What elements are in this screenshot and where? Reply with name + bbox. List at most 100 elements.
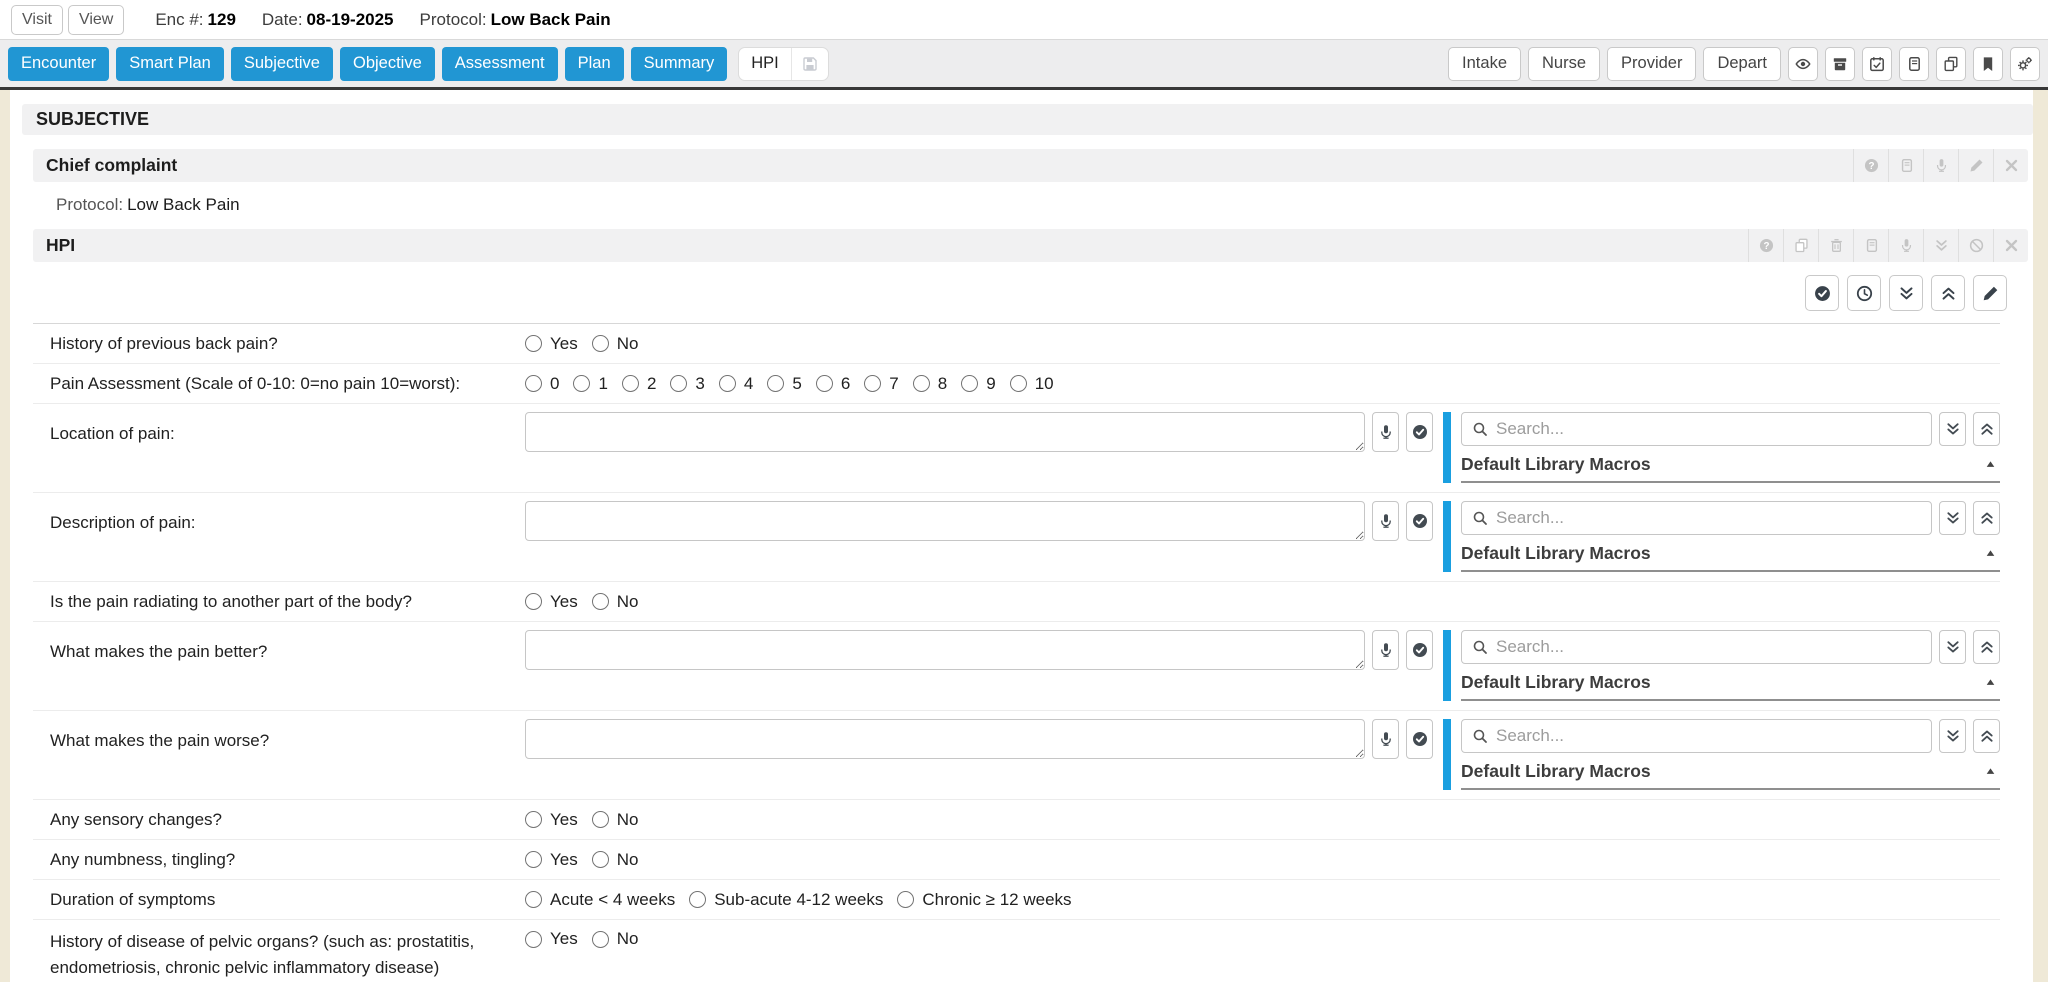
check-circle-icon[interactable] [1406,412,1433,452]
macro-library-header[interactable]: Default Library Macros [1461,759,2000,790]
expand-all-icon[interactable] [1939,412,1966,446]
radio-button[interactable] [767,375,784,392]
radio-option[interactable]: No [592,929,639,949]
bookmark-icon[interactable] [1973,47,2003,81]
macro-library-header[interactable]: Default Library Macros [1461,452,2000,483]
archive-icon[interactable] [1825,47,1855,81]
close-icon[interactable] [1993,229,2028,262]
radio-option[interactable]: 4 [719,374,753,394]
radio-button[interactable] [573,375,590,392]
macro-search-input[interactable] [1496,726,1921,746]
nav-button[interactable]: Encounter [8,47,109,81]
nav-button[interactable]: Objective [340,47,435,81]
clock-icon[interactable] [1847,275,1881,311]
book-icon[interactable] [1853,229,1888,262]
radio-option[interactable]: Yes [525,334,578,354]
question-icon[interactable] [1748,229,1783,262]
visit-button[interactable]: Visit [11,5,63,35]
radio-option[interactable]: Yes [525,810,578,830]
radio-option[interactable]: 8 [913,374,947,394]
radio-option[interactable]: 10 [1010,374,1054,394]
check-circle-icon[interactable] [1406,501,1433,541]
radio-button[interactable] [525,375,542,392]
radio-button[interactable] [689,891,706,908]
nav-button[interactable]: Subjective [231,47,333,81]
expand-all-icon[interactable] [1889,275,1923,311]
nav-button[interactable]: Plan [565,47,624,81]
collapse-all-icon[interactable] [1973,412,2000,446]
radio-button[interactable] [592,811,609,828]
trash-icon[interactable] [1818,229,1853,262]
radio-option[interactable]: 0 [525,374,559,394]
pencil-icon[interactable] [1958,149,1993,182]
radio-option[interactable]: 7 [864,374,898,394]
microphone-icon[interactable] [1372,412,1399,452]
close-icon[interactable] [1993,149,2028,182]
expand-all-icon[interactable] [1939,630,1966,664]
radio-button[interactable] [525,931,542,948]
radio-button[interactable] [592,931,609,948]
radio-option[interactable]: 1 [573,374,607,394]
radio-option[interactable]: 2 [622,374,656,394]
radio-button[interactable] [897,891,914,908]
radio-option[interactable]: No [592,592,639,612]
radio-button[interactable] [670,375,687,392]
radio-option[interactable]: No [592,810,639,830]
question-icon[interactable] [1853,149,1888,182]
radio-button[interactable] [525,335,542,352]
radio-option[interactable]: Yes [525,850,578,870]
macro-search-box[interactable] [1461,630,1932,664]
radio-option[interactable]: 9 [961,374,995,394]
check-circle-icon[interactable] [1805,275,1839,311]
nav-button[interactable]: Smart Plan [116,47,224,81]
radio-button[interactable] [622,375,639,392]
radio-button[interactable] [864,375,881,392]
book-icon[interactable] [1888,149,1923,182]
gears-icon[interactable] [2010,47,2040,81]
macro-search-input[interactable] [1496,419,1921,439]
radio-button[interactable] [816,375,833,392]
radio-option[interactable]: Chronic ≥ 12 weeks [897,890,1071,910]
check-circle-icon[interactable] [1406,630,1433,670]
collapse-all-icon[interactable] [1931,275,1965,311]
ban-icon[interactable] [1958,229,1993,262]
radio-option[interactable]: Yes [525,592,578,612]
collapse-icon[interactable] [1923,229,1958,262]
check-circle-icon[interactable] [1406,719,1433,759]
radio-button[interactable] [961,375,978,392]
microphone-icon[interactable] [1372,630,1399,670]
answer-textarea[interactable] [525,412,1365,452]
radio-button[interactable] [1010,375,1027,392]
macro-search-input[interactable] [1496,508,1921,528]
radio-option[interactable]: No [592,850,639,870]
microphone-icon[interactable] [1372,719,1399,759]
radio-button[interactable] [592,335,609,352]
radio-button[interactable] [592,851,609,868]
copy-icon[interactable] [1783,229,1818,262]
nav-button[interactable]: Assessment [442,47,558,81]
radio-button[interactable] [913,375,930,392]
collapse-all-icon[interactable] [1973,719,2000,753]
macro-search-box[interactable] [1461,719,1932,753]
collapse-all-icon[interactable] [1973,501,2000,535]
stage-button[interactable]: Depart [1703,47,1781,81]
radio-button[interactable] [719,375,736,392]
save-icon[interactable] [792,56,828,72]
radio-option[interactable]: Acute < 4 weeks [525,890,675,910]
expand-all-icon[interactable] [1939,501,1966,535]
radio-button[interactable] [525,851,542,868]
radio-option[interactable]: 5 [767,374,801,394]
answer-textarea[interactable] [525,719,1365,759]
radio-button[interactable] [525,811,542,828]
macro-search-input[interactable] [1496,637,1921,657]
answer-textarea[interactable] [525,501,1365,541]
microphone-icon[interactable] [1372,501,1399,541]
stage-button[interactable]: Nurse [1528,47,1600,81]
copy-icon[interactable] [1936,47,1966,81]
macro-search-box[interactable] [1461,412,1932,446]
eye-icon[interactable] [1788,47,1818,81]
collapse-all-icon[interactable] [1973,630,2000,664]
macro-search-box[interactable] [1461,501,1932,535]
radio-button[interactable] [525,593,542,610]
radio-option[interactable]: 6 [816,374,850,394]
